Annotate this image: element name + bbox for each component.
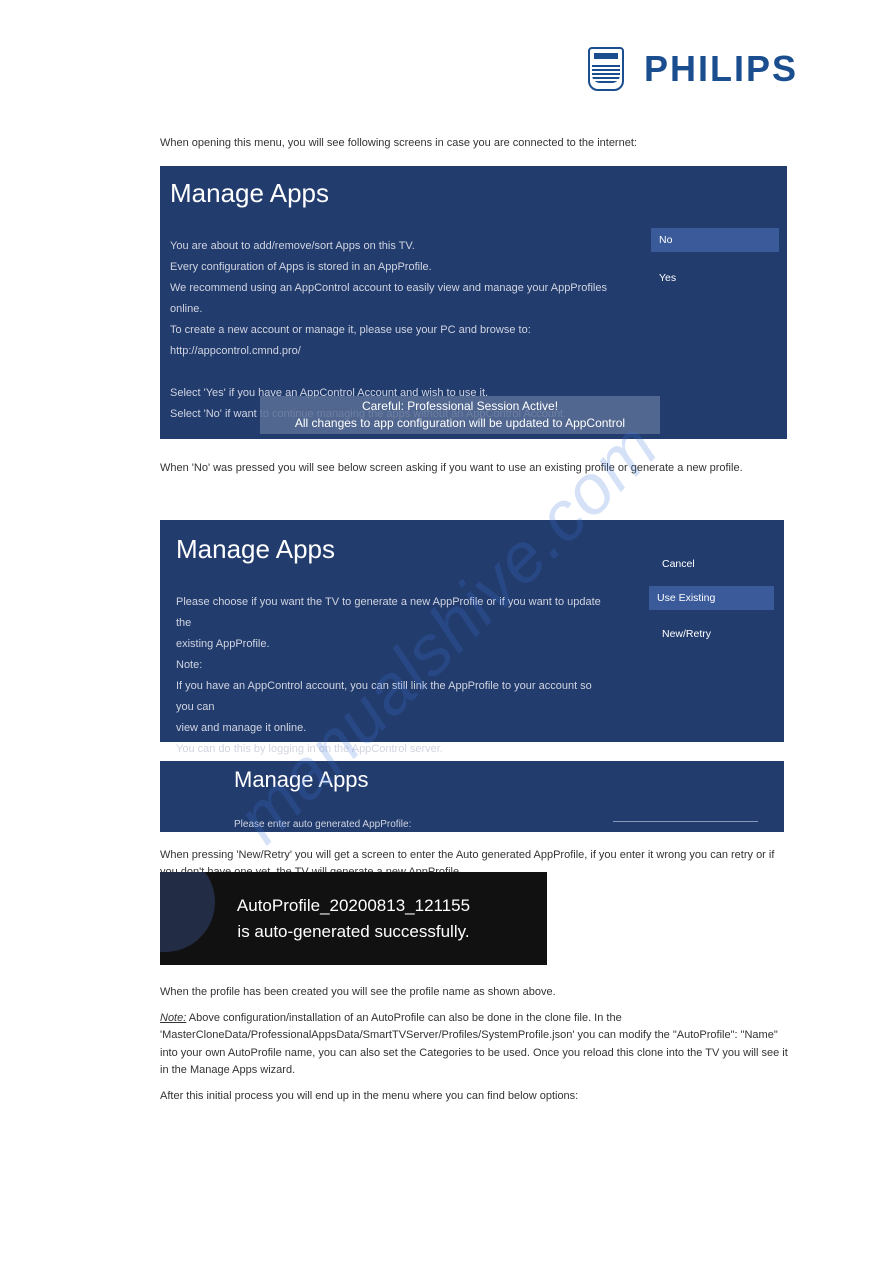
screen2-line: view and manage it online. (176, 718, 606, 739)
screen2-title: Manage Apps (176, 534, 335, 565)
screen1-title: Manage Apps (170, 178, 329, 209)
success-toast: AutoProfile_20200813_121155 is auto-gene… (160, 872, 547, 965)
option-cancel[interactable]: Cancel (654, 552, 774, 576)
screen2-line: existing AppProfile. (176, 634, 606, 655)
screen2-line: You can do this by logging in on the App… (176, 739, 606, 760)
warning-line-2: All changes to app configuration will be… (260, 415, 660, 432)
screen1-line: http://appcontrol.cmnd.pro/ (170, 341, 610, 362)
screen2-line: Please choose if you want the TV to gene… (176, 592, 606, 634)
warning-line-1: Careful: Professional Session Active! (260, 398, 660, 415)
post-note-body: Above configuration/installation of an A… (160, 1012, 788, 1077)
manage-apps-screen-1: Manage Apps You are about to add/remove/… (160, 166, 787, 439)
toast-line-2: is auto-generated successfully. (237, 919, 469, 945)
philips-wordmark: PHILIPS (644, 48, 798, 90)
screen3-title: Manage Apps (234, 767, 369, 793)
manage-apps-screen-2: Manage Apps Please choose if you want th… (160, 520, 784, 742)
option-no[interactable]: No (651, 228, 779, 252)
intro-text: When opening this menu, you will see fol… (160, 135, 790, 152)
screen1-blank-line (170, 362, 610, 383)
post-list-intro: After this initial process you will end … (160, 1088, 790, 1106)
screen3-prompt: Please enter auto generated AppProfile: (234, 814, 411, 835)
post-line-1: When the profile has been created you wi… (160, 984, 790, 1002)
post-note-label: Note: (160, 1012, 186, 1024)
brand-header: PHILIPS (588, 47, 798, 91)
philips-shield-icon (588, 47, 624, 91)
screen1-line: To create a new account or manage it, pl… (170, 320, 610, 341)
screen2-body: Please choose if you want the TV to gene… (176, 592, 606, 781)
manage-apps-screen-3: Manage Apps Please enter auto generated … (160, 761, 784, 832)
toast-line-1: AutoProfile_20200813_121155 (237, 893, 470, 919)
screen1-line: You are about to add/remove/sort Apps on… (170, 236, 610, 257)
profile-input[interactable] (613, 821, 758, 822)
warning-banner: Careful: Professional Session Active! Al… (260, 396, 660, 434)
option-yes[interactable]: Yes (651, 266, 779, 290)
screen1-line: Every configuration of Apps is stored in… (170, 257, 610, 278)
post-text-block: When the profile has been created you wi… (160, 984, 790, 1106)
screen1-line: We recommend using an AppControl account… (170, 278, 610, 320)
screen2-line: Note: (176, 655, 606, 676)
mid-text-1: When 'No' was pressed you will see below… (160, 460, 790, 477)
screen2-line: If you have an AppControl account, you c… (176, 676, 606, 718)
option-new-retry[interactable]: New/Retry (654, 622, 774, 646)
option-use-existing[interactable]: Use Existing (649, 586, 774, 610)
